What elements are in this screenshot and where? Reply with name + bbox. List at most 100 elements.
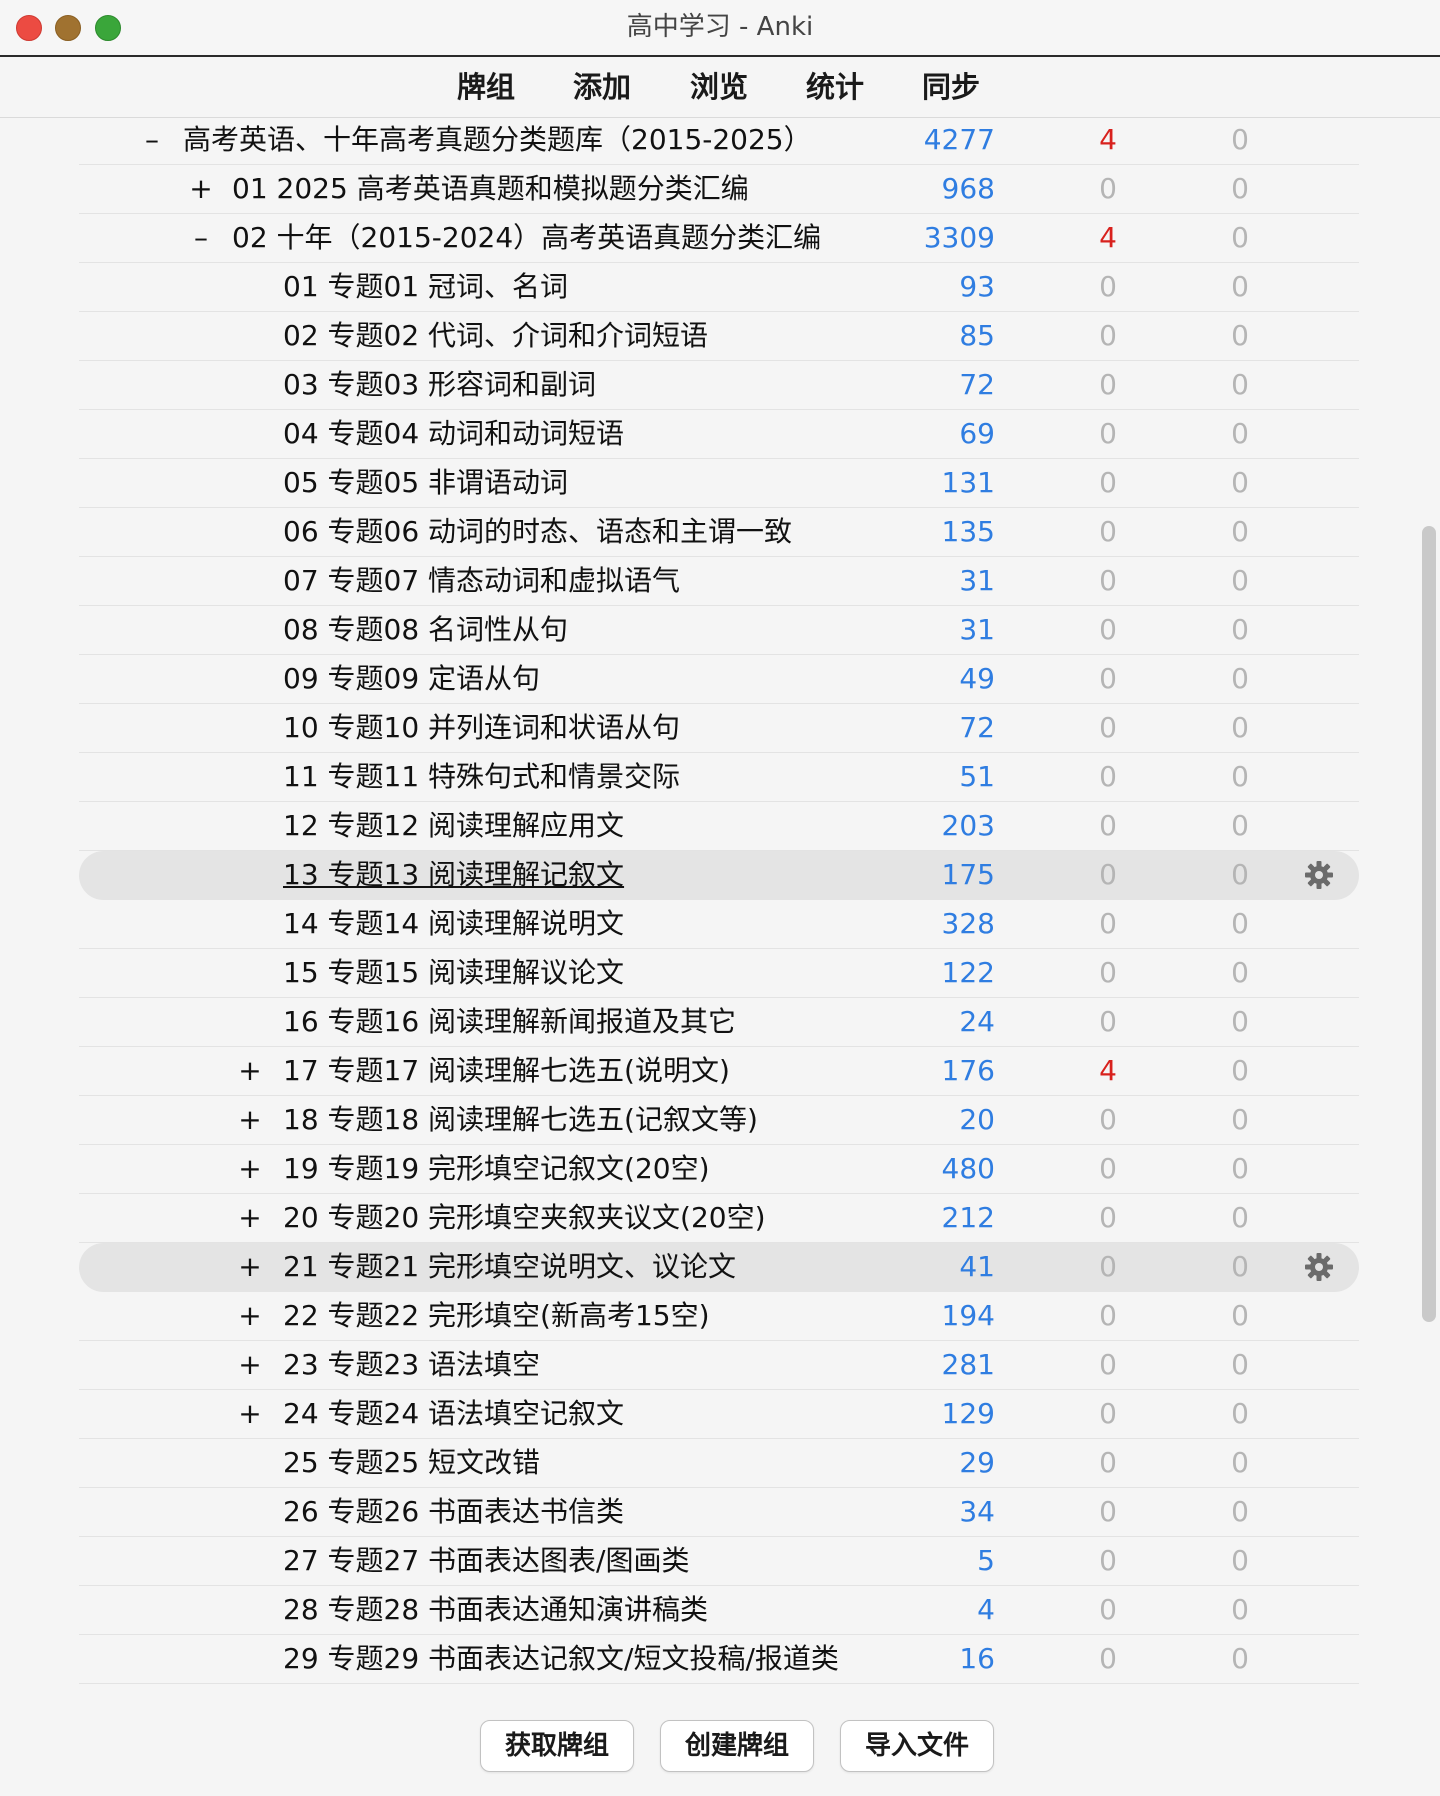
deck-row[interactable]: 09 专题09 定语从句 49 0 0 — [79, 655, 1359, 704]
due-count: 0 — [1231, 221, 1249, 254]
collapse-toggle[interactable]: – — [188, 214, 214, 262]
toolbar-add[interactable]: 添加 — [573, 57, 631, 117]
deck-name[interactable]: 16 专题16 阅读理解新闻报道及其它 — [283, 998, 736, 1046]
new-count: 24 — [959, 1005, 995, 1038]
toolbar-stats[interactable]: 统计 — [806, 57, 864, 117]
toolbar-decks[interactable]: 牌组 — [457, 57, 515, 117]
deck-name[interactable]: 08 专题08 名词性从句 — [283, 606, 568, 654]
deck-row[interactable]: 13 专题13 阅读理解记叙文 175 0 0 — [79, 851, 1359, 900]
deck-row[interactable]: 12 专题12 阅读理解应用文 203 0 0 — [79, 802, 1359, 851]
deck-name[interactable]: 28 专题28 书面表达通知演讲稿类 — [283, 1586, 708, 1634]
toolbar-sync[interactable]: 同步 — [922, 57, 980, 117]
deck-name[interactable]: 01 专题01 冠词、名词 — [283, 263, 568, 311]
deck-name[interactable]: 18 专题18 阅读理解七选五(记叙文等) — [283, 1096, 758, 1144]
deck-row[interactable]: +24 专题24 语法填空记叙文 129 0 0 — [79, 1390, 1359, 1439]
expand-toggle[interactable]: + — [237, 1341, 263, 1389]
deck-name[interactable]: 06 专题06 动词的时态、语态和主谓一致 — [283, 508, 792, 556]
deck-name[interactable]: 03 专题03 形容词和副词 — [283, 361, 596, 409]
anki-window: 高中学习 - Anki 牌组 添加 浏览 统计 同步 – 高考英语、十年高考真题分… — [0, 0, 1440, 1796]
deck-row[interactable]: +21 专题21 完形填空说明文、议论文 41 0 0 — [79, 1243, 1359, 1292]
deck-row[interactable]: 16 专题16 阅读理解新闻报道及其它 24 0 0 — [79, 998, 1359, 1047]
import-file-button[interactable]: 导入文件 — [840, 1720, 994, 1772]
deck-row[interactable]: – 高考英语、十年高考真题分类题库（2015-2025） 4277 4 0 — [79, 118, 1359, 165]
deck-row[interactable]: 15 专题15 阅读理解议论文 122 0 0 — [79, 949, 1359, 998]
create-deck-button[interactable]: 创建牌组 — [660, 1720, 814, 1772]
deck-name[interactable]: 19 专题19 完形填空记叙文(20空) — [283, 1145, 710, 1193]
deck-name[interactable]: 27 专题27 书面表达图表/图画类 — [283, 1537, 690, 1585]
deck-name[interactable]: 13 专题13 阅读理解记叙文 — [283, 851, 624, 899]
deck-row[interactable]: 11 专题11 特殊句式和情景交际 51 0 0 — [79, 753, 1359, 802]
new-count: 31 — [959, 613, 995, 646]
deck-row[interactable]: 04 专题04 动词和动词短语 69 0 0 — [79, 410, 1359, 459]
deck-name[interactable]: 09 专题09 定语从句 — [283, 655, 540, 703]
deck-row[interactable]: 02 专题02 代词、介词和介词短语 85 0 0 — [79, 312, 1359, 361]
deck-name[interactable]: 26 专题26 书面表达书信类 — [283, 1488, 624, 1536]
expand-toggle[interactable]: + — [237, 1145, 263, 1193]
learn-count: 0 — [1099, 1642, 1117, 1675]
deck-name[interactable]: 10 专题10 并列连词和状语从句 — [283, 704, 680, 752]
deck-name[interactable]: 02 十年（2015-2024）高考英语真题分类汇编 — [232, 214, 821, 262]
deck-row[interactable]: +18 专题18 阅读理解七选五(记叙文等) 20 0 0 — [79, 1096, 1359, 1145]
deck-name[interactable]: 15 专题15 阅读理解议论文 — [283, 949, 624, 997]
deck-row[interactable]: 10 专题10 并列连词和状语从句 72 0 0 — [79, 704, 1359, 753]
deck-name[interactable]: 02 专题02 代词、介词和介词短语 — [283, 312, 708, 360]
deck-name[interactable]: 14 专题14 阅读理解说明文 — [283, 900, 624, 948]
deck-row[interactable]: 06 专题06 动词的时态、语态和主谓一致 135 0 0 — [79, 508, 1359, 557]
deck-name[interactable]: 11 专题11 特殊句式和情景交际 — [283, 753, 680, 801]
deck-row[interactable]: 14 专题14 阅读理解说明文 328 0 0 — [79, 900, 1359, 949]
deck-row[interactable]: 25 专题25 短文改错 29 0 0 — [79, 1439, 1359, 1488]
learn-count: 0 — [1099, 1495, 1117, 1528]
expand-toggle[interactable]: + — [237, 1047, 263, 1095]
deck-row[interactable]: +01 2025 高考英语真题和模拟题分类汇编 968 0 0 — [79, 165, 1359, 214]
deck-row[interactable]: +22 专题22 完形填空(新高考15空) 194 0 0 — [79, 1292, 1359, 1341]
gear-icon[interactable] — [1303, 1251, 1335, 1283]
deck-name[interactable]: 01 2025 高考英语真题和模拟题分类汇编 — [232, 165, 749, 213]
expand-toggle[interactable]: + — [188, 165, 214, 213]
deck-name[interactable]: 高考英语、十年高考真题分类题库（2015-2025） — [183, 118, 812, 164]
deck-name[interactable]: 23 专题23 语法填空 — [283, 1341, 540, 1389]
deck-row[interactable]: –02 十年（2015-2024）高考英语真题分类汇编 3309 4 0 — [79, 214, 1359, 263]
scrollbar-thumb[interactable] — [1422, 526, 1436, 1322]
deck-name[interactable]: 04 专题04 动词和动词短语 — [283, 410, 624, 458]
deck-name[interactable]: 29 专题29 书面表达记叙文/短文投稿/报道类 — [283, 1635, 839, 1683]
deck-name[interactable]: 20 专题20 完形填空夹叙夹议文(20空) — [283, 1194, 766, 1242]
window-title: 高中学习 - Anki — [626, 12, 814, 42]
gear-icon[interactable] — [1303, 859, 1335, 891]
expand-toggle[interactable]: + — [237, 1292, 263, 1340]
deck-row[interactable]: 03 专题03 形容词和副词 72 0 0 — [79, 361, 1359, 410]
expand-toggle[interactable]: + — [237, 1194, 263, 1242]
due-count: 0 — [1231, 662, 1249, 695]
deck-row[interactable]: +23 专题23 语法填空 281 0 0 — [79, 1341, 1359, 1390]
collapse-toggle[interactable]: – — [139, 118, 165, 164]
deck-row[interactable]: 07 专题07 情态动词和虚拟语气 31 0 0 — [79, 557, 1359, 606]
due-count: 0 — [1231, 1103, 1249, 1136]
due-count: 0 — [1231, 1397, 1249, 1430]
new-count: 72 — [959, 368, 995, 401]
new-count: 4 — [977, 1593, 995, 1626]
deck-name[interactable]: 22 专题22 完形填空(新高考15空) — [283, 1292, 710, 1340]
toolbar-browse[interactable]: 浏览 — [690, 57, 748, 117]
deck-row[interactable]: 01 专题01 冠词、名词 93 0 0 — [79, 263, 1359, 312]
expand-toggle[interactable]: + — [237, 1390, 263, 1438]
deck-name[interactable]: 21 专题21 完形填空说明文、议论文 — [283, 1243, 736, 1291]
deck-name[interactable]: 24 专题24 语法填空记叙文 — [283, 1390, 624, 1438]
expand-toggle[interactable]: + — [237, 1243, 263, 1291]
deck-name[interactable]: 07 专题07 情态动词和虚拟语气 — [283, 557, 680, 605]
deck-row[interactable]: 27 专题27 书面表达图表/图画类 5 0 0 — [79, 1537, 1359, 1586]
deck-row[interactable]: 28 专题28 书面表达通知演讲稿类 4 0 0 — [79, 1586, 1359, 1635]
new-count: 34 — [959, 1495, 995, 1528]
expand-toggle[interactable]: + — [237, 1096, 263, 1144]
deck-name[interactable]: 05 专题05 非谓语动词 — [283, 459, 568, 507]
deck-row[interactable]: +20 专题20 完形填空夹叙夹议文(20空) 212 0 0 — [79, 1194, 1359, 1243]
new-count: 93 — [959, 270, 995, 303]
deck-row[interactable]: 08 专题08 名词性从句 31 0 0 — [79, 606, 1359, 655]
deck-row[interactable]: 29 专题29 书面表达记叙文/短文投稿/报道类 16 0 0 — [79, 1635, 1359, 1684]
deck-row[interactable]: 05 专题05 非谓语动词 131 0 0 — [79, 459, 1359, 508]
deck-name[interactable]: 25 专题25 短文改错 — [283, 1439, 540, 1487]
deck-name[interactable]: 17 专题17 阅读理解七选五(说明文) — [283, 1047, 730, 1095]
get-shared-button[interactable]: 获取牌组 — [480, 1720, 634, 1772]
deck-row[interactable]: +19 专题19 完形填空记叙文(20空) 480 0 0 — [79, 1145, 1359, 1194]
deck-row[interactable]: +17 专题17 阅读理解七选五(说明文) 176 4 0 — [79, 1047, 1359, 1096]
deck-name[interactable]: 12 专题12 阅读理解应用文 — [283, 802, 624, 850]
deck-row[interactable]: 26 专题26 书面表达书信类 34 0 0 — [79, 1488, 1359, 1537]
